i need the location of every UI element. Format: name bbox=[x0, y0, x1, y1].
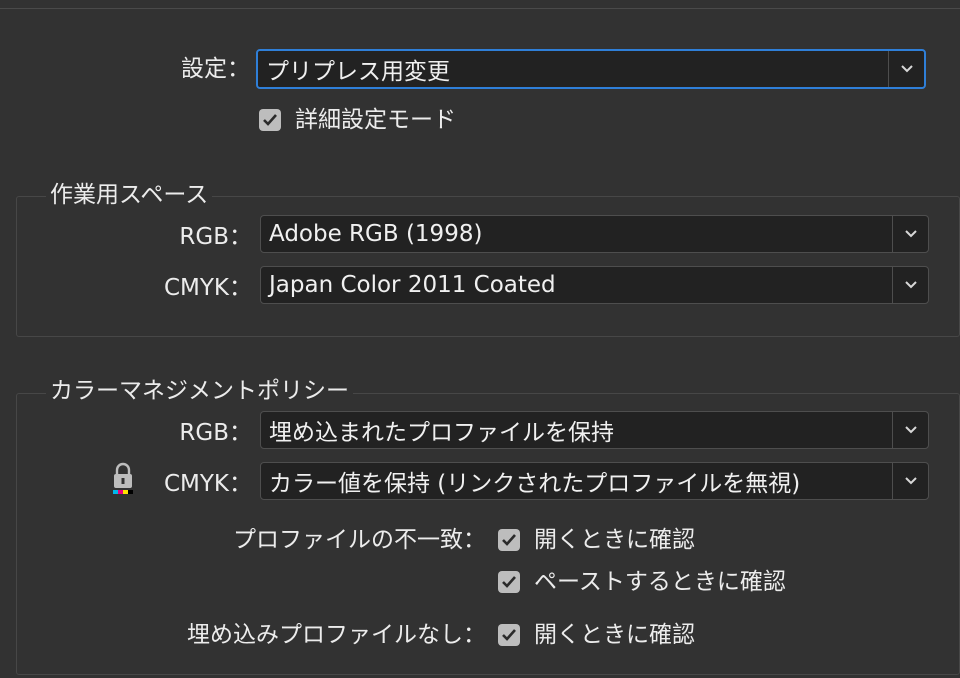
working-spaces-title: 作業用スペース bbox=[46, 180, 213, 210]
settings-dropdown[interactable]: プリプレス用変更 bbox=[256, 49, 926, 89]
working-cmyk-dropdown[interactable]: Japan Color 2011 Coated bbox=[260, 266, 929, 304]
missing-profile-label: 埋め込みプロファイルなし： bbox=[187, 622, 486, 648]
mismatch-ask-open-label: 開くときに確認 bbox=[534, 527, 695, 553]
working-cmyk-label: CMYK： bbox=[163, 275, 252, 301]
advanced-mode-checkbox[interactable] bbox=[259, 109, 281, 131]
policy-cmyk-value: カラー値を保持 (リンクされたプロファイルを無視) bbox=[269, 471, 801, 497]
checkmark-icon bbox=[263, 114, 277, 126]
checkmark-icon bbox=[502, 576, 516, 588]
policy-cmyk-label: CMYK： bbox=[163, 471, 252, 497]
chevron-down-icon bbox=[892, 267, 928, 303]
missing-ask-open-checkbox[interactable] bbox=[498, 624, 520, 646]
policy-rgb-label: RGB： bbox=[179, 420, 252, 446]
chevron-down-icon bbox=[892, 412, 928, 448]
missing-ask-open-label: 開くときに確認 bbox=[534, 622, 695, 648]
chevron-down-icon bbox=[892, 216, 928, 252]
profile-mismatch-label: プロファイルの不一致： bbox=[233, 527, 486, 553]
checkmark-icon bbox=[502, 629, 516, 641]
divider-line bbox=[0, 8, 960, 9]
lock-icon bbox=[110, 462, 136, 496]
working-rgb-label: RGB： bbox=[179, 224, 252, 250]
policy-cmyk-dropdown[interactable]: カラー値を保持 (リンクされたプロファイルを無視) bbox=[260, 462, 929, 500]
color-policy-title: カラーマネジメントポリシー bbox=[46, 376, 353, 406]
mismatch-ask-paste-checkbox[interactable] bbox=[498, 571, 520, 593]
working-cmyk-value: Japan Color 2011 Coated bbox=[269, 272, 556, 298]
advanced-mode-label: 詳細設定モード bbox=[295, 107, 456, 133]
settings-label: 設定： bbox=[181, 56, 250, 82]
settings-dropdown-value: プリプレス用変更 bbox=[266, 59, 450, 85]
working-rgb-dropdown[interactable]: Adobe RGB (1998) bbox=[260, 215, 929, 253]
chevron-down-icon bbox=[892, 463, 928, 499]
chevron-down-icon bbox=[888, 51, 924, 87]
policy-rgb-dropdown[interactable]: 埋め込まれたプロファイルを保持 bbox=[260, 411, 929, 449]
policy-rgb-value: 埋め込まれたプロファイルを保持 bbox=[269, 420, 614, 446]
mismatch-ask-open-checkbox[interactable] bbox=[498, 529, 520, 551]
mismatch-ask-paste-label: ペーストするときに確認 bbox=[534, 569, 786, 595]
working-rgb-value: Adobe RGB (1998) bbox=[269, 221, 483, 247]
color-settings-panel: 設定： プリプレス用変更 詳細設定モード 作業用スペース RGB： Adobe … bbox=[0, 0, 960, 678]
checkmark-icon bbox=[502, 534, 516, 546]
